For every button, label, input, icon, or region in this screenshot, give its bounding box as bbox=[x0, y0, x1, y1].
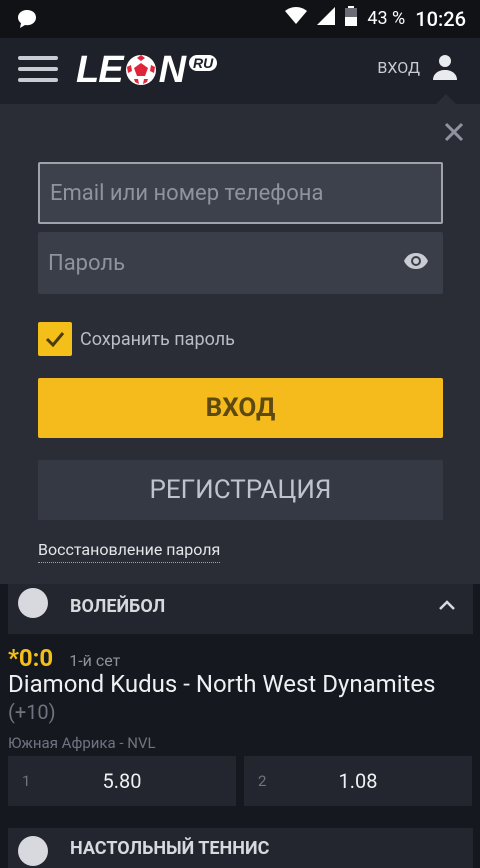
show-password-icon[interactable] bbox=[403, 252, 429, 270]
email-field[interactable]: Email или номер телефона bbox=[38, 162, 443, 224]
app-header: LE N RU ВХОД bbox=[0, 38, 480, 104]
events-list: ВОЛЕЙБОЛ *0:0 1-й сет Diamond Kudus - No… bbox=[0, 584, 480, 868]
odd-button-2[interactable]: 2 1.08 bbox=[244, 756, 472, 806]
remember-checkbox[interactable] bbox=[38, 322, 72, 356]
check-icon bbox=[45, 332, 65, 347]
sport-name: ВОЛЕЙБОЛ bbox=[70, 596, 166, 617]
battery-percent: 43 % bbox=[367, 8, 406, 29]
table-tennis-icon bbox=[18, 836, 48, 866]
odd-value: 1.08 bbox=[338, 769, 378, 793]
odd-number: 1 bbox=[22, 772, 31, 790]
battery-icon bbox=[345, 6, 358, 31]
odd-button-1[interactable]: 1 5.80 bbox=[8, 756, 236, 806]
leon-logo[interactable]: LE N RU bbox=[76, 48, 218, 91]
close-icon[interactable] bbox=[442, 120, 466, 144]
wifi-icon bbox=[285, 7, 308, 30]
score-line: *0:0 1-й сет bbox=[8, 644, 120, 672]
register-button[interactable]: РЕГИСТРАЦИЯ bbox=[38, 460, 443, 520]
login-panel: Email или номер телефона Пароль Сохранит… bbox=[0, 104, 480, 584]
recover-password-link[interactable]: Восстановление пароля bbox=[38, 540, 221, 563]
login-button[interactable]: ВХОД bbox=[38, 378, 443, 438]
signal-icon bbox=[317, 7, 336, 30]
email-placeholder: Email или номер телефона bbox=[50, 180, 324, 206]
league-name: Южная Африка - NVL bbox=[8, 734, 156, 752]
sport-header-table-tennis[interactable]: НАСТОЛЬНЫЙ ТЕННИС bbox=[8, 828, 473, 868]
volleyball-icon bbox=[18, 588, 48, 618]
sport-name: НАСТОЛЬНЫЙ ТЕННИС bbox=[70, 838, 270, 859]
chat-notification-icon bbox=[16, 8, 38, 34]
match-title[interactable]: Diamond Kudus - North West Dynamites bbox=[8, 670, 436, 698]
user-icon bbox=[433, 55, 457, 80]
logo-text-le: LE bbox=[76, 48, 124, 91]
password-field[interactable]: Пароль bbox=[38, 232, 443, 294]
header-login-label: ВХОД bbox=[377, 57, 420, 77]
live-score: *0:0 bbox=[8, 644, 54, 672]
clock: 10:26 bbox=[415, 6, 466, 31]
remember-label: Сохранить пароль bbox=[80, 328, 235, 350]
odd-number: 2 bbox=[258, 772, 267, 790]
logo-text-n: N bbox=[158, 48, 186, 91]
odd-value: 5.80 bbox=[102, 769, 142, 793]
soccer-ball-icon bbox=[125, 55, 156, 85]
menu-icon[interactable] bbox=[18, 56, 58, 86]
dropdown-caret bbox=[436, 94, 456, 104]
password-placeholder: Пароль bbox=[48, 250, 126, 276]
more-markets[interactable]: (+10) bbox=[8, 700, 56, 724]
sport-header-volleyball[interactable]: ВОЛЕЙБОЛ bbox=[8, 584, 473, 634]
header-login-button[interactable]: ВХОД bbox=[377, 54, 458, 80]
remember-password-row[interactable]: Сохранить пароль bbox=[38, 322, 235, 356]
set-label: 1-й сет bbox=[69, 651, 121, 670]
logo-badge: RU bbox=[189, 55, 218, 71]
status-bar: 43 % 10:26 bbox=[0, 0, 480, 38]
chevron-up-icon[interactable] bbox=[439, 600, 455, 610]
